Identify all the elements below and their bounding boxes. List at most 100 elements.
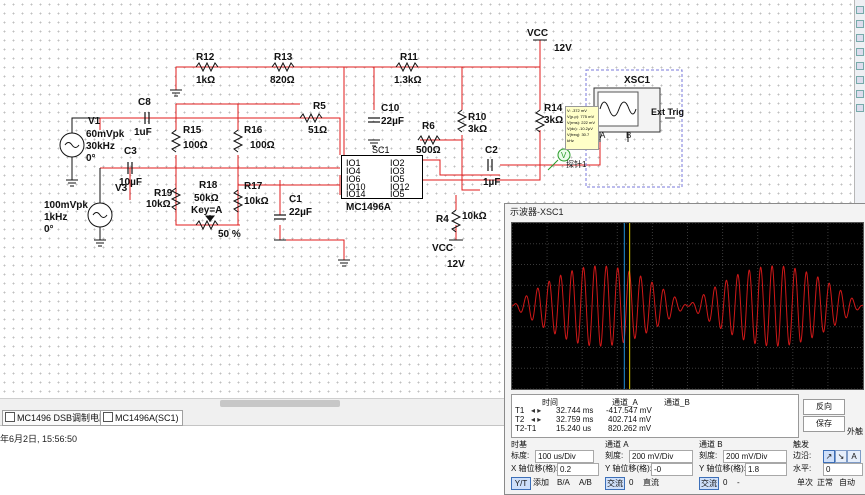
r4-label: R4 bbox=[436, 214, 449, 225]
trigger-section: 触发 bbox=[793, 440, 809, 449]
ic-ref: SC1 bbox=[372, 145, 390, 155]
channel-a-zero-button[interactable]: 0 bbox=[629, 477, 633, 488]
trigger-source-a-button[interactable]: A bbox=[847, 450, 861, 463]
trigger-auto-button[interactable]: 自动 bbox=[839, 477, 855, 488]
r17-label: R17 bbox=[244, 181, 263, 192]
r12-value: 1kΩ bbox=[196, 75, 216, 86]
v1-phase: 0° bbox=[86, 153, 96, 164]
c1-label: C1 bbox=[289, 194, 302, 205]
oscilloscope-window[interactable]: 示波器-XSC1 时间 通道_A 通道_B T1 ◂ ▸ 32.744 ms -… bbox=[504, 203, 865, 495]
r18-label: R18 bbox=[199, 180, 218, 191]
channel-a-dc-button[interactable]: 直流 bbox=[643, 477, 659, 488]
t1-arrows[interactable]: ◂ ▸ bbox=[531, 406, 541, 415]
r17-value: 10kΩ bbox=[244, 196, 269, 207]
channel-b-scale-label: 刻度: bbox=[699, 451, 718, 460]
ext-trigger-label: 外触 bbox=[847, 427, 863, 436]
channel-a-ac-button[interactable]: 交流 bbox=[605, 477, 625, 490]
vcc-bottom-value: 12V bbox=[447, 259, 465, 270]
toolbar-icon[interactable] bbox=[856, 48, 864, 56]
readout-t2-time: 32.759 ms bbox=[556, 415, 594, 424]
tab-mc1496a[interactable]: MC1496A(SC1) bbox=[100, 410, 183, 426]
c10-label: C10 bbox=[381, 103, 400, 114]
t2-arrows[interactable]: ◂ ▸ bbox=[531, 415, 541, 424]
r19-label: R19 bbox=[154, 188, 173, 199]
tab-label: MC1496A(SC1) bbox=[115, 413, 179, 423]
vcc-bottom-label: VCC bbox=[432, 243, 454, 254]
c2-value: 1µF bbox=[483, 177, 501, 188]
channel-b-ypos-label: Y 轴位移(格): bbox=[699, 464, 746, 473]
sheet-tabs: MC1496 DSB调制电路 MC1496A(SC1) bbox=[0, 409, 520, 426]
mc1496a-chip[interactable]: SC1 IO1 IO2 IO4 IO3 IO6 IO5 IO10 IO12 IO… bbox=[341, 145, 423, 199]
toolbar-icon[interactable] bbox=[856, 90, 864, 98]
tab-label: MC1496 DSB调制电路 bbox=[17, 413, 109, 423]
r13-label: R13 bbox=[274, 52, 293, 63]
xsc1-label: XSC1 bbox=[624, 75, 651, 86]
timebase-scale-field[interactable]: 100 us/Div bbox=[535, 450, 594, 463]
trigger-rising-button[interactable]: ↗ bbox=[823, 450, 835, 463]
readout-label-t1: T1 bbox=[515, 406, 525, 415]
r14-value: 3kΩ bbox=[544, 115, 564, 126]
channel-b-dc-button[interactable]: - bbox=[737, 477, 740, 488]
timestamp: 年6月2日, 15:56:50 bbox=[0, 434, 78, 444]
c8-value: 1uF bbox=[134, 127, 152, 138]
r5-label: R5 bbox=[313, 101, 326, 112]
c1-value: 22µF bbox=[289, 207, 312, 218]
channel-b-ac-button[interactable]: 交流 bbox=[699, 477, 719, 490]
trigger-single-button[interactable]: 单次 bbox=[797, 477, 813, 488]
toolbar-icon[interactable] bbox=[856, 62, 864, 70]
horizontal-scrollbar[interactable] bbox=[0, 398, 520, 409]
scope-screen[interactable] bbox=[511, 222, 864, 390]
toolbar-icon[interactable] bbox=[856, 104, 864, 112]
r12-label: R12 bbox=[196, 52, 215, 63]
trigger-level-label: 水平: bbox=[793, 464, 812, 473]
mode-ab-button[interactable]: A/B bbox=[579, 477, 592, 488]
channel-b-scale-field[interactable]: 200 mV/Div bbox=[723, 450, 787, 463]
r6-label: R6 bbox=[422, 121, 435, 132]
toolbar-icon[interactable] bbox=[856, 20, 864, 28]
ic-part: MC1496A bbox=[346, 202, 392, 213]
channel-a-ypos-field[interactable]: -0 bbox=[651, 463, 693, 476]
toolbar-icon[interactable] bbox=[856, 6, 864, 14]
trigger-normal-button[interactable]: 正常 bbox=[817, 477, 833, 488]
tab-dsb-circuit[interactable]: MC1496 DSB调制电路 bbox=[2, 410, 113, 426]
ext-trig-label: Ext Trig bbox=[651, 107, 685, 117]
mode-add-button[interactable]: 添加 bbox=[533, 477, 549, 488]
probe-tooltip: V: -372 mV V(p-p): 775 mV V(rms): 222 mV… bbox=[565, 106, 599, 150]
r16-label: R16 bbox=[244, 125, 263, 136]
reverse-button[interactable]: 反向 bbox=[803, 399, 845, 415]
ic-pin-label: IO14 bbox=[346, 189, 366, 199]
v3-label: V3 bbox=[115, 183, 128, 194]
trigger-falling-button[interactable]: ↘ bbox=[835, 450, 847, 463]
timebase-xpos-field[interactable]: 0.2 bbox=[557, 463, 599, 476]
r18-percent: 50 % bbox=[218, 229, 241, 240]
v3-phase: 0° bbox=[44, 224, 54, 235]
timebase-section: 时基 bbox=[511, 440, 527, 449]
c8-label: C8 bbox=[138, 97, 151, 108]
timebase-scale-label: 标度: bbox=[511, 451, 530, 460]
vcc-top-label: VCC bbox=[527, 28, 549, 39]
channel-a-scale-label: 刻度: bbox=[605, 451, 624, 460]
probe-label[interactable]: 探针1 bbox=[566, 159, 586, 170]
status-area: 年6月2日, 15:56:50 bbox=[0, 426, 520, 493]
mode-ba-button[interactable]: B/A bbox=[557, 477, 570, 488]
toolbar-icon[interactable] bbox=[856, 34, 864, 42]
channel-a-scale-field[interactable]: 200 mV/Div bbox=[629, 450, 693, 463]
mode-yt-button[interactable]: Y/T bbox=[511, 477, 531, 490]
vcc-top-value: 12V bbox=[554, 43, 572, 54]
c2-label: C2 bbox=[485, 145, 498, 156]
scrollbar-thumb[interactable] bbox=[220, 400, 340, 407]
readout-delta-time: 15.240 us bbox=[556, 424, 592, 433]
channel-b-section: 通道 B bbox=[699, 440, 723, 449]
trigger-level-field[interactable]: 0 bbox=[823, 463, 863, 476]
save-button[interactable]: 保存 bbox=[803, 416, 845, 432]
channel-b-ypos-field[interactable]: 1.8 bbox=[745, 463, 787, 476]
channel-b-zero-button[interactable]: 0 bbox=[723, 477, 727, 488]
r15-value: 100Ω bbox=[183, 140, 208, 151]
v1-freq: 30kHz bbox=[86, 141, 115, 152]
cursor-readout: 时间 通道_A 通道_B T1 ◂ ▸ 32.744 ms -417.547 m… bbox=[511, 394, 799, 438]
scope-title: 示波器-XSC1 bbox=[505, 204, 865, 220]
probe-tip-line: V(freq): 30.7 kHz bbox=[567, 132, 590, 143]
readout-header-chb: 通道_B bbox=[664, 398, 690, 407]
r16-value: 100Ω bbox=[250, 140, 275, 151]
toolbar-icon[interactable] bbox=[856, 76, 864, 84]
